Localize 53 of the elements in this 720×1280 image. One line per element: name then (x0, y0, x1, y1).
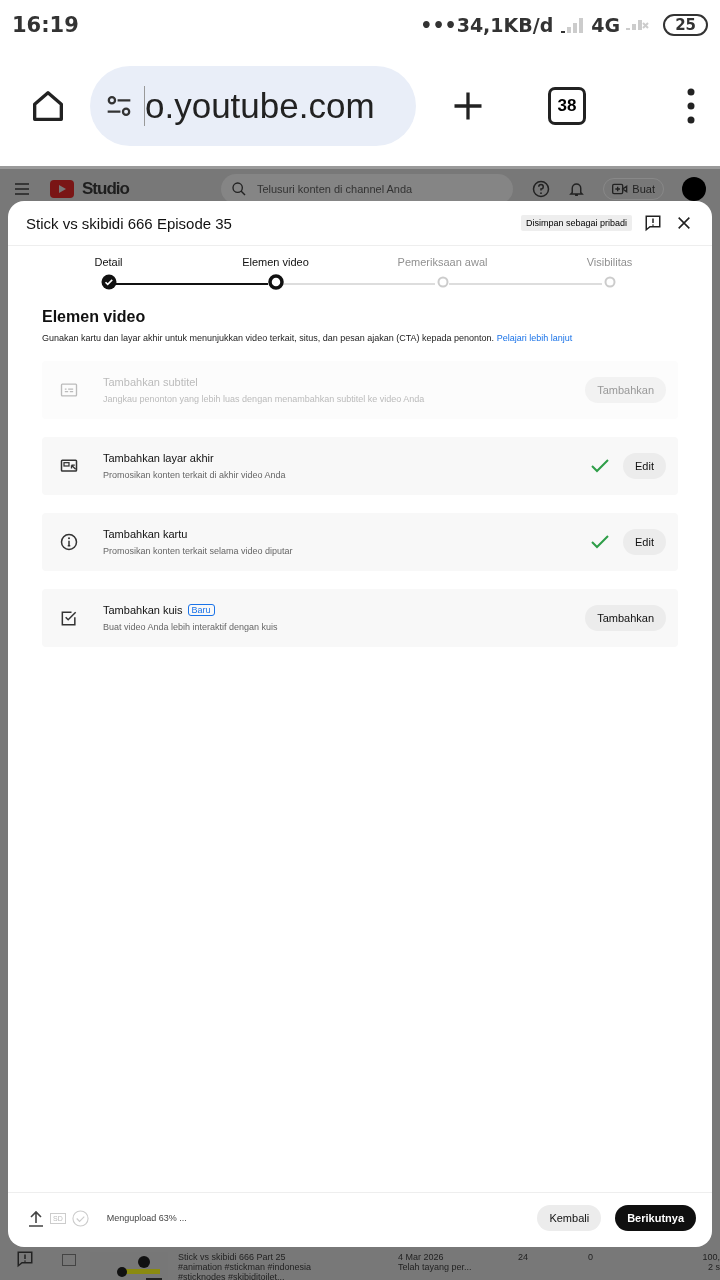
add-button[interactable]: Tambahkan (585, 605, 666, 631)
play-logo-icon (50, 180, 74, 198)
card-title: Tambahkan kartu (103, 528, 188, 540)
card-title: Tambahkan layar akhir (103, 452, 214, 464)
clock: 16:19 (12, 13, 79, 37)
avatar[interactable] (682, 177, 706, 201)
network-type: 4G (591, 14, 621, 36)
back-button[interactable]: Kembali (537, 1205, 602, 1231)
signal-off-icon (626, 19, 650, 31)
studio-logo[interactable]: Studio (82, 179, 129, 199)
table-cell: 2 s (708, 1262, 720, 1272)
learn-more-link[interactable]: Pelajari lebih lanjut (496, 333, 573, 343)
views-count: 24 (518, 1252, 529, 1262)
tab-count[interactable]: 38 (548, 87, 586, 125)
network-speed: •••34,1KB/d (420, 14, 554, 36)
check-circle-icon (71, 1209, 89, 1227)
row-checkbox[interactable] (62, 1254, 76, 1266)
video-add-icon (612, 183, 629, 195)
card-description: Promosikan konten terkait di akhir video Anda (103, 470, 286, 480)
bell-icon[interactable] (568, 180, 586, 198)
info-icon (59, 532, 79, 552)
comments-count: 0 (588, 1252, 594, 1262)
search-field[interactable]: Telusuri konten di channel Anda (254, 182, 499, 196)
edit-button[interactable]: Edit (623, 529, 666, 555)
section-heading: Elemen video (42, 308, 147, 326)
step-label[interactable]: Elemen video (242, 256, 309, 268)
card-description: Promosikan konten terkait selama video diputar (103, 546, 293, 556)
address-bar[interactable]: o.youtube.com (90, 66, 416, 146)
status-text: Telah tayang per... (398, 1262, 473, 1272)
help-icon[interactable] (532, 180, 551, 198)
menu-icon[interactable] (686, 88, 696, 124)
upload-progress-text: Mengupload 63% ... (106, 1213, 187, 1223)
card-title: Tambahkan kuis (103, 604, 183, 616)
video-tags: #sticknodes #skibiditoilet... (178, 1272, 388, 1280)
video-title[interactable]: Stick vs skibidi 666 Part 25 (178, 1252, 388, 1262)
new-badge: Baru (187, 604, 215, 616)
video-tags: #animation #stickman #indonesia (178, 1262, 388, 1272)
card-title: Tambahkan subtitel (103, 376, 198, 388)
upload-icon (28, 1209, 44, 1227)
dialog-title: Stick vs skibidi 666 Episode 35 (26, 214, 232, 232)
next-button[interactable]: Berikutnya (615, 1205, 696, 1231)
saved-status: Disimpan sebagai pribadi (520, 215, 632, 231)
step-label[interactable]: Detail (94, 256, 123, 268)
table-cell: 100, (702, 1252, 720, 1262)
edit-button[interactable]: Edit (623, 453, 666, 479)
search-bar[interactable]: Telusuri konten di channel Anda (220, 174, 513, 204)
battery-indicator: 25 (663, 14, 708, 36)
checkbox-icon (59, 608, 79, 628)
date-text: 4 Mar 2026 (398, 1252, 445, 1262)
section-description: Gunakan kartu dan layar akhir untuk menunjukkan video terkait, situs, dan pesan ajakan (CTA) kepada penonton. Pelajari lebih lanjut (42, 333, 574, 343)
signal-icon (559, 15, 586, 35)
search-icon (230, 181, 247, 197)
card-description: Buat video Anda lebih interaktif dengan kuis (103, 622, 278, 632)
